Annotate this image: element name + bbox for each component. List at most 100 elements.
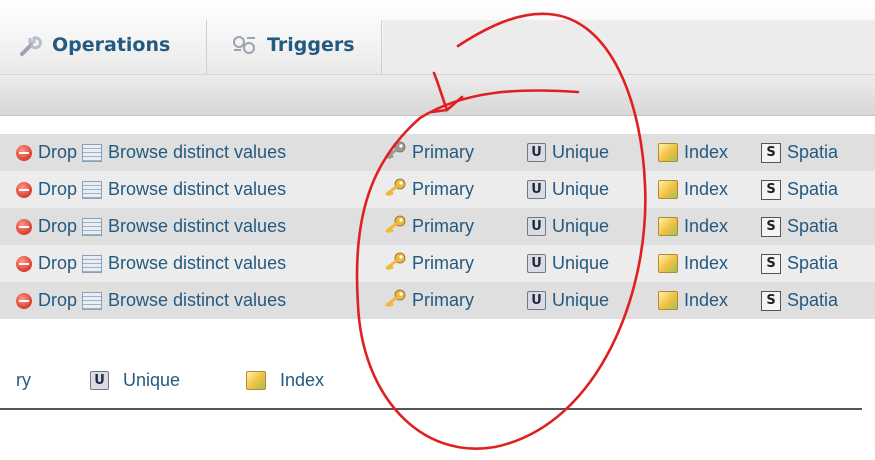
primary-key-icon — [384, 141, 406, 164]
index-icon — [658, 143, 678, 162]
browse-label: Browse distinct values — [108, 253, 287, 273]
unique-icon: U — [527, 254, 546, 273]
spatial-link[interactable]: S Spatia — [761, 208, 838, 245]
unique-label: Unique — [552, 179, 610, 199]
primary-link[interactable]: Primary — [384, 171, 474, 208]
primary-label: Primary — [412, 253, 474, 273]
drop-link[interactable]: Drop — [16, 245, 77, 282]
index-link[interactable]: Index — [658, 282, 728, 319]
drop-label: Drop — [38, 216, 78, 236]
unique-link[interactable]: U Unique — [527, 245, 609, 282]
primary-label: Primary — [412, 142, 474, 162]
wrench-icon — [18, 34, 42, 63]
unique-label: Unique — [123, 369, 181, 390]
browse-distinct-link[interactable]: Browse distinct values — [82, 282, 286, 319]
drop-icon — [16, 255, 32, 272]
browse-label: Browse distinct values — [108, 142, 287, 162]
tab-bar: Operations Triggers — [0, 0, 875, 75]
spatial-icon: S — [761, 142, 781, 163]
unique-icon: U — [90, 370, 109, 390]
spatial-icon: S — [761, 290, 781, 311]
drop-link[interactable]: Drop — [16, 282, 77, 319]
browse-label: Browse distinct values — [108, 290, 287, 310]
primary-key-icon — [384, 289, 406, 312]
tab-bar-empty — [383, 20, 875, 74]
spatial-icon: S — [761, 179, 781, 200]
index-label: Index — [684, 253, 729, 273]
unique-link[interactable]: U Unique — [527, 208, 609, 245]
index-link[interactable]: Index — [658, 208, 728, 245]
unique-icon: U — [527, 180, 546, 199]
primary-label-partial: ry — [16, 369, 31, 390]
unique-link[interactable]: U Unique — [90, 366, 180, 394]
spatial-icon: S — [761, 253, 781, 274]
unique-icon: U — [527, 291, 546, 310]
table-row: Drop Browse distinct values Primary U Unique… — [0, 171, 875, 208]
primary-link[interactable]: Primary — [384, 245, 474, 282]
header-strip — [0, 75, 875, 116]
drop-label: Drop — [38, 179, 78, 199]
spatial-label: Spatia — [787, 179, 839, 199]
browse-distinct-link[interactable]: Browse distinct values — [82, 208, 286, 245]
bottom-actions: ry U Unique Index — [0, 360, 875, 406]
browse-label: Browse distinct values — [108, 179, 287, 199]
drop-icon — [16, 292, 32, 309]
table-row: Drop Browse distinct values Primary U Unique… — [0, 134, 875, 171]
index-label: Index — [684, 142, 729, 162]
primary-label: Primary — [412, 179, 474, 199]
tab-operations[interactable]: Operations — [0, 20, 205, 74]
browse-icon — [82, 217, 102, 236]
index-icon — [658, 180, 678, 199]
index-icon — [246, 370, 266, 390]
unique-link[interactable]: U Unique — [527, 134, 609, 171]
tab-operations-label: Operations — [52, 34, 171, 56]
unique-icon: U — [527, 217, 546, 236]
index-icon — [658, 291, 678, 310]
drop-label: Drop — [38, 142, 78, 162]
spatial-link[interactable]: S Spatia — [761, 171, 838, 208]
browse-distinct-link[interactable]: Browse distinct values — [82, 245, 286, 282]
drop-link[interactable]: Drop — [16, 208, 77, 245]
index-icon — [658, 254, 678, 273]
primary-label: Primary — [412, 216, 474, 236]
primary-key-icon — [384, 252, 406, 275]
primary-key-icon — [384, 215, 406, 238]
table-row: Drop Browse distinct values Primary U Unique… — [0, 282, 875, 319]
spatial-icon: S — [761, 216, 781, 237]
browse-icon — [82, 180, 102, 199]
unique-icon: U — [527, 143, 546, 162]
drop-link[interactable]: Drop — [16, 134, 77, 171]
primary-link[interactable]: Primary — [384, 282, 474, 319]
divider — [0, 408, 862, 410]
spatial-label: Spatia — [787, 290, 839, 310]
drop-label: Drop — [38, 253, 78, 273]
index-link[interactable]: Index — [658, 245, 728, 282]
triggers-icon — [231, 34, 257, 61]
index-link[interactable]: Index — [658, 171, 728, 208]
index-label: Index — [280, 369, 325, 390]
tab-triggers[interactable]: Triggers — [206, 20, 382, 74]
browse-label: Browse distinct values — [108, 216, 287, 236]
index-link[interactable]: Index — [246, 366, 324, 394]
unique-label: Unique — [552, 216, 610, 236]
primary-label: Primary — [412, 290, 474, 310]
index-link[interactable]: Index — [658, 134, 728, 171]
spatial-label: Spatia — [787, 142, 839, 162]
browse-icon — [82, 143, 102, 162]
primary-link[interactable]: ry — [16, 366, 31, 394]
spatial-link[interactable]: S Spatia — [761, 282, 838, 319]
browse-distinct-link[interactable]: Browse distinct values — [82, 134, 286, 171]
unique-link[interactable]: U Unique — [527, 282, 609, 319]
unique-label: Unique — [552, 142, 610, 162]
primary-link[interactable]: Primary — [384, 208, 474, 245]
unique-link[interactable]: U Unique — [527, 171, 609, 208]
browse-distinct-link[interactable]: Browse distinct values — [82, 171, 286, 208]
unique-label: Unique — [552, 290, 610, 310]
primary-link[interactable]: Primary — [384, 134, 474, 171]
drop-icon — [16, 181, 32, 198]
index-label: Index — [684, 216, 729, 236]
spatial-link[interactable]: S Spatia — [761, 245, 838, 282]
spatial-link[interactable]: S Spatia — [761, 134, 838, 171]
drop-icon — [16, 144, 32, 161]
drop-link[interactable]: Drop — [16, 171, 77, 208]
